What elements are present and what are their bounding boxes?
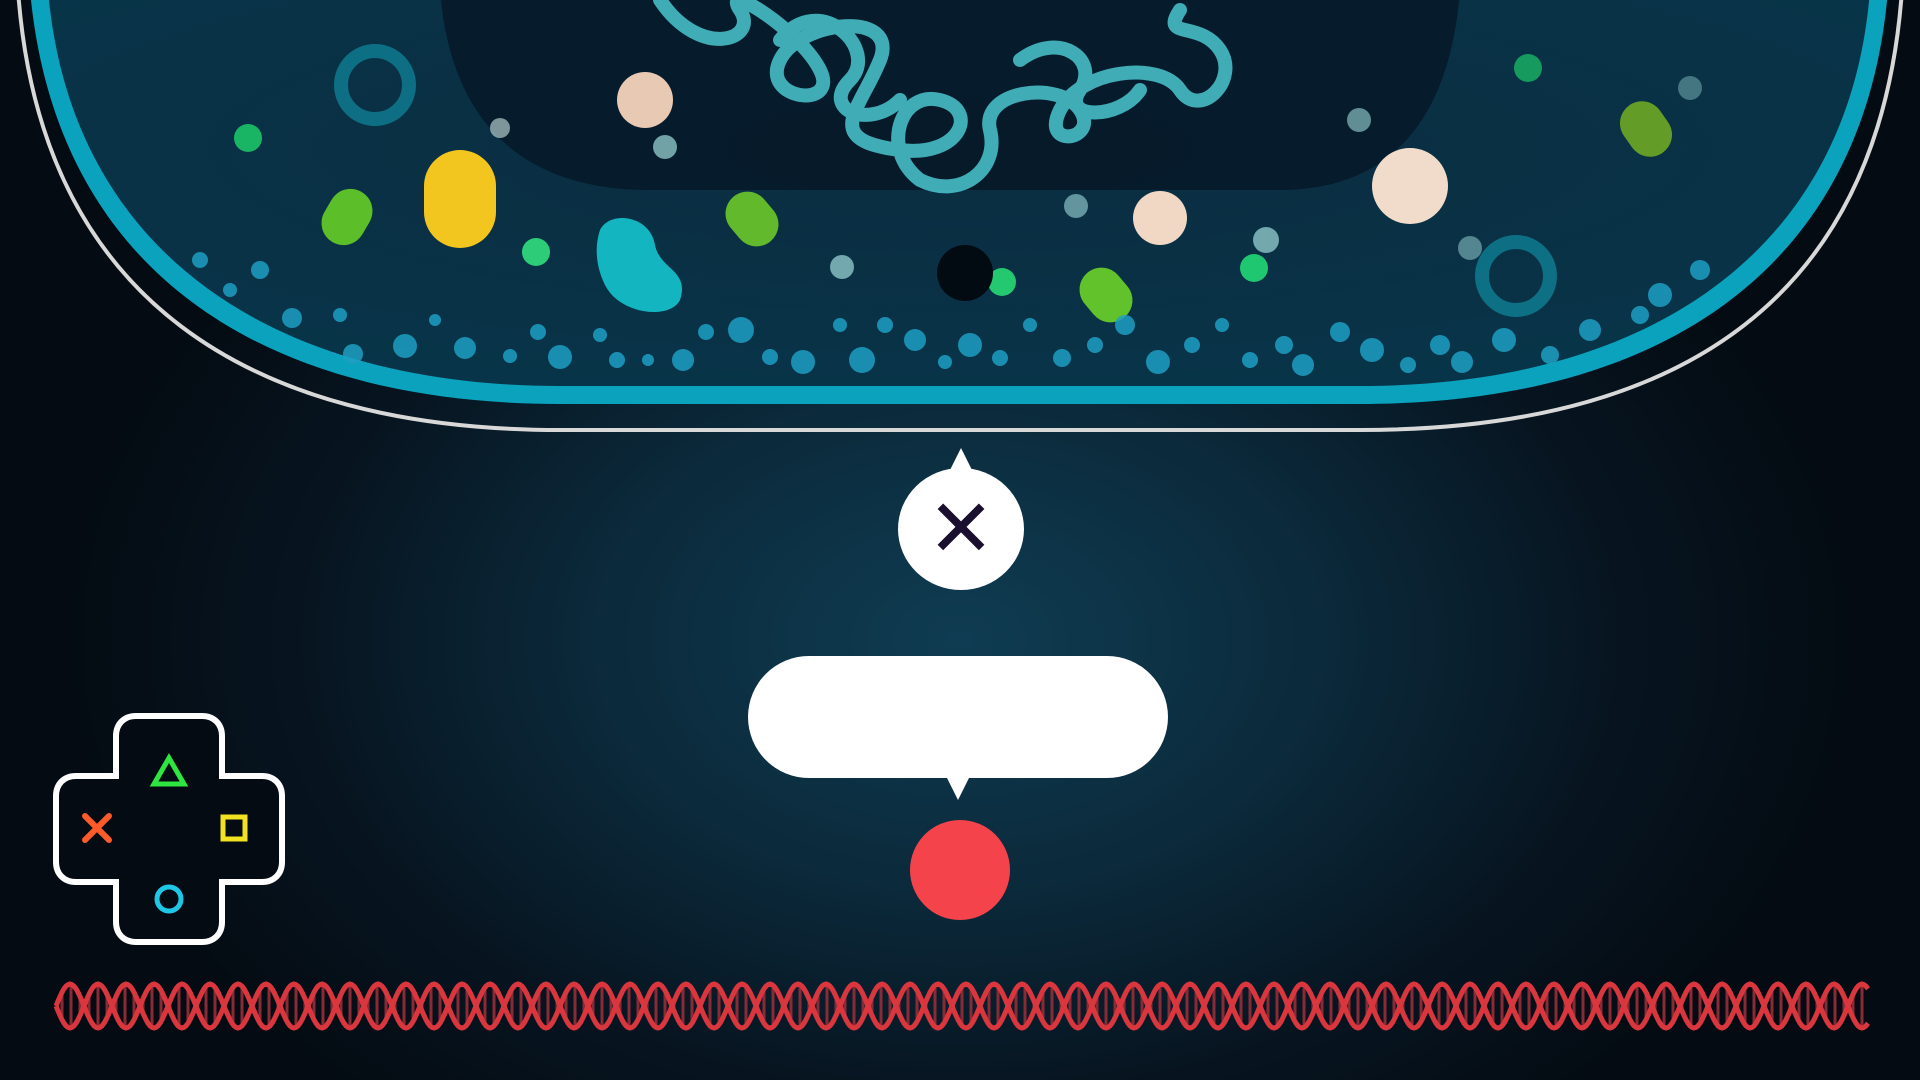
dna-helix-icon xyxy=(53,981,1870,1031)
game-scene: ✕ xyxy=(0,0,1920,1080)
